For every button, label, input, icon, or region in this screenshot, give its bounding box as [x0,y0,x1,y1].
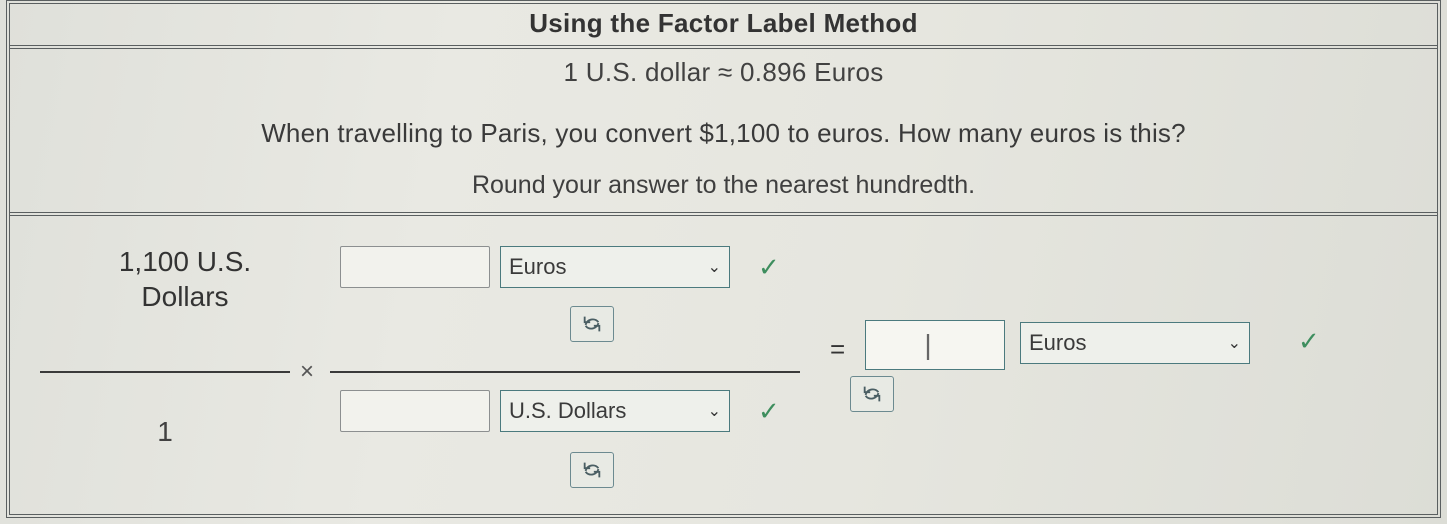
conversion-numerator-input[interactable] [340,246,490,288]
answer-unit-select[interactable]: Euros ⌄ [1020,322,1250,364]
start-num-line1: 1,100 U.S. [119,246,251,277]
check-icon: ✓ [1298,326,1320,357]
worksheet-frame: Using the Factor Label Method 1 U.S. dol… [6,0,1441,518]
work-area: 1,100 U.S. Dollars 1 × Euros ⌄ ✓ U.S. Do… [10,216,1437,506]
conversion-numerator-row: Euros ⌄ ✓ [340,246,780,288]
start-num-line2: Dollars [141,281,228,312]
multiply-sign: × [300,358,314,386]
conversion-rate: 1 U.S. dollar ≈ 0.896 Euros [10,57,1437,88]
retry-answer-button[interactable] [850,376,894,412]
conversion-denominator-unit-label: U.S. Dollars [509,398,626,424]
check-icon: ✓ [758,396,780,427]
start-quantity: 1,100 U.S. Dollars [80,244,290,314]
answer-input[interactable]: | [865,320,1005,370]
start-denominator: 1 [40,416,290,448]
start-fraction-bar [40,371,290,373]
question-text: When travelling to Paris, you convert $1… [10,118,1437,149]
conversion-denominator-unit-select[interactable]: U.S. Dollars ⌄ [500,390,730,432]
prompt-section: 1 U.S. dollar ≈ 0.896 Euros When travell… [10,49,1437,216]
chevron-down-icon: ⌄ [1228,333,1241,353]
chevron-down-icon: ⌄ [708,257,721,277]
conversion-fraction-bar [330,371,800,373]
retry-denominator-button[interactable] [570,452,614,488]
retry-numerator-button[interactable] [570,306,614,342]
chevron-down-icon: ⌄ [708,401,721,421]
conversion-numerator-unit-label: Euros [509,254,566,280]
title: Using the Factor Label Method [10,4,1437,49]
rounding-instruction: Round your answer to the nearest hundred… [10,171,1437,200]
check-icon: ✓ [758,252,780,283]
conversion-denominator-input[interactable] [340,390,490,432]
conversion-denominator-row: U.S. Dollars ⌄ ✓ [340,390,780,432]
conversion-numerator-unit-select[interactable]: Euros ⌄ [500,246,730,288]
equals-sign: = [830,334,845,365]
answer-unit-label: Euros [1029,330,1086,356]
